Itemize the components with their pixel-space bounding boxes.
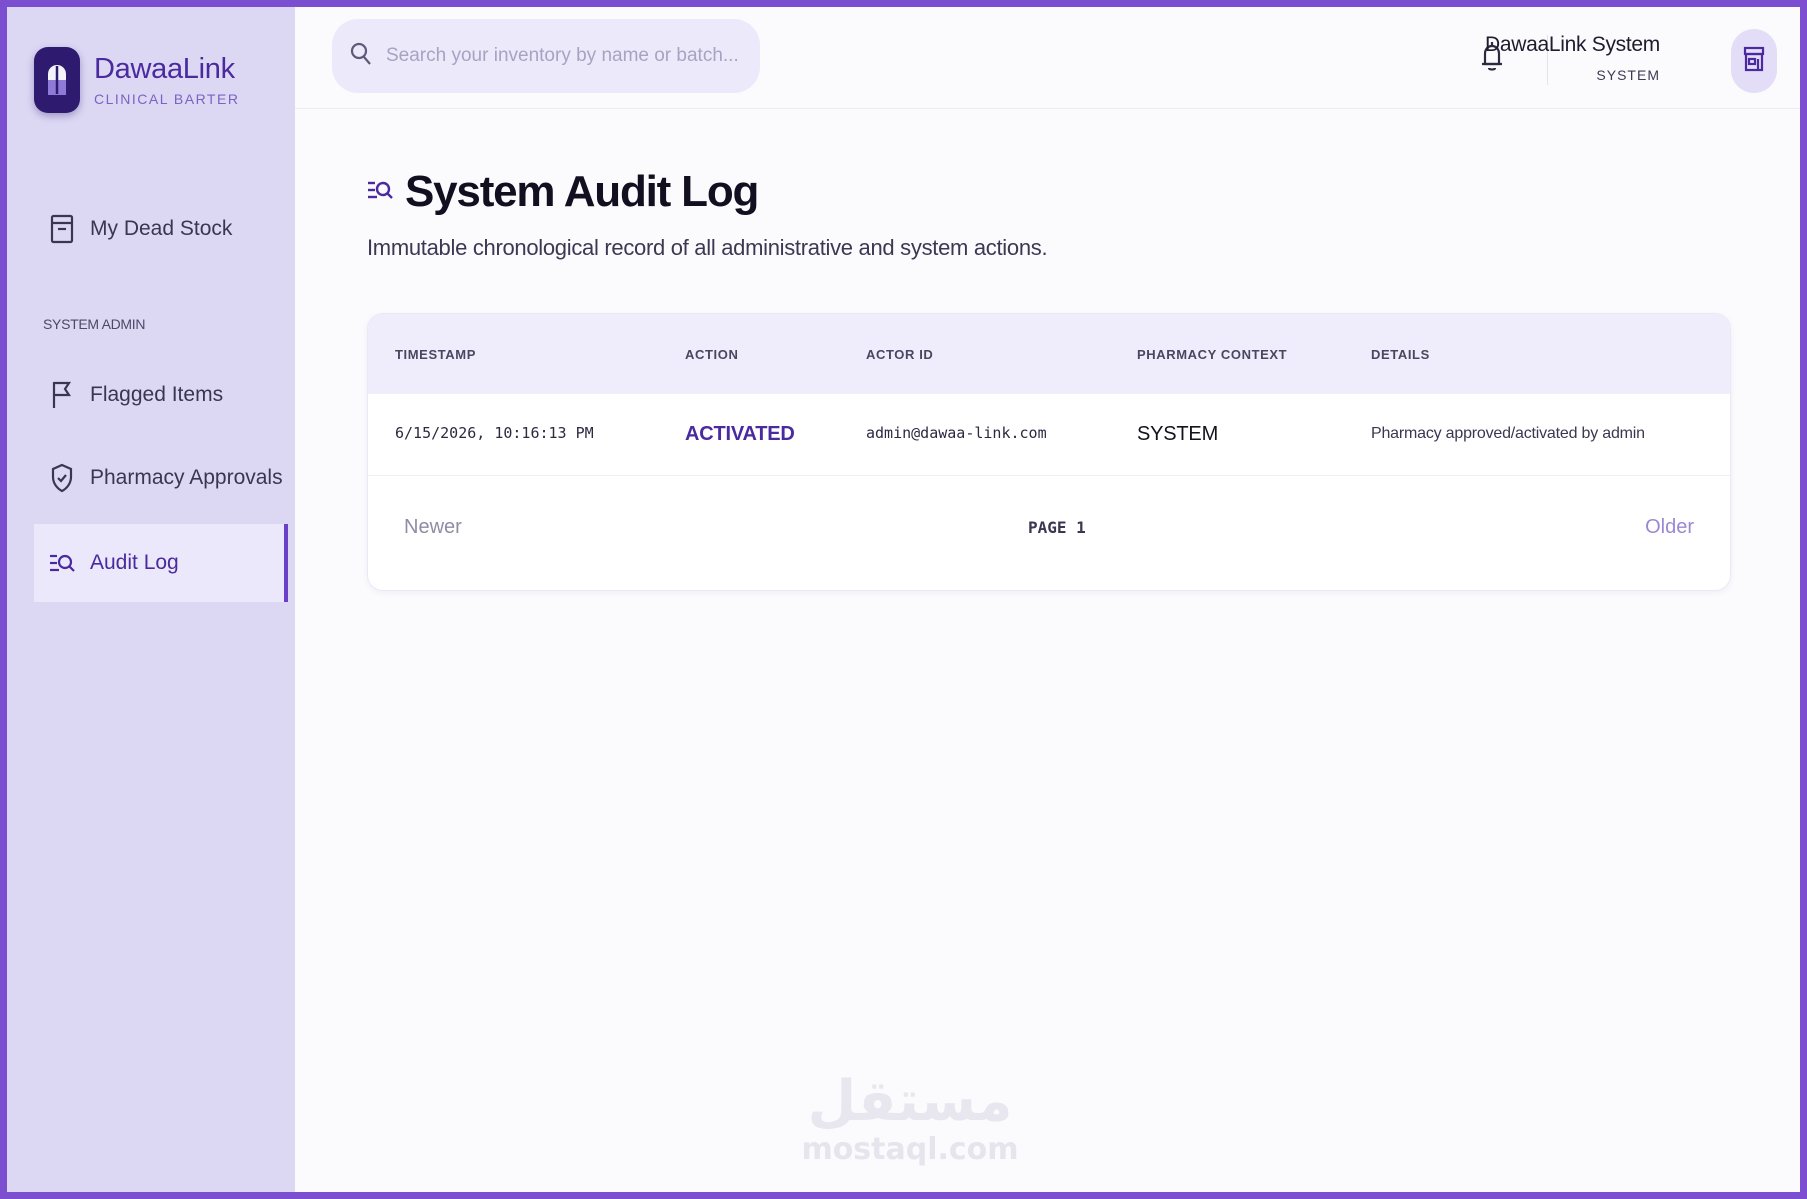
user-role: SYSTEM [1596, 67, 1660, 83]
page-description: Immutable chronological record of all ad… [367, 235, 1048, 260]
watermark: مستقل mostaql.com [800, 1069, 1020, 1168]
page-title: System Audit Log [405, 167, 759, 216]
watermark-arabic: مستقل [807, 1069, 1013, 1134]
sidebar-item-audit-log[interactable]: Audit Log [34, 524, 288, 602]
search-icon [350, 42, 372, 71]
column-header-pharmacy-context: PHARMACY CONTEXT [1137, 347, 1288, 362]
top-bar: DawaaLink System SYSTEM [295, 7, 1800, 109]
sidebar-item-my-dead-stock[interactable]: My Dead Stock [34, 190, 288, 268]
column-header-actor-id: ACTOR ID [866, 347, 934, 362]
sidebar-item-pharmacy-approvals[interactable]: Pharmacy Approvals [34, 439, 288, 517]
pagination: Newer PAGE 1 Older [368, 476, 1730, 588]
watermark-latin: mostaql.com [801, 1132, 1019, 1167]
pill-capsule-icon [34, 47, 80, 113]
flag-icon [48, 381, 76, 409]
sidebar-item-label: My Dead Stock [90, 217, 233, 240]
audit-log-table-card: TIMESTAMP ACTION ACTOR ID PHARMACY CONTE… [367, 313, 1731, 591]
table-row[interactable]: 6/15/2026, 10:16:13 PM ACTIVATED admin@d… [368, 394, 1730, 476]
brand-name: DawaaLink [94, 53, 235, 85]
shield-check-icon [48, 463, 76, 493]
cell-action: ACTIVATED [685, 423, 795, 445]
cell-details: Pharmacy approved/activated by admin [1371, 425, 1645, 442]
search-box[interactable] [332, 19, 760, 93]
archive-box-icon [48, 214, 76, 244]
user-info: DawaaLink System SYSTEM [1485, 33, 1660, 83]
sidebar-item-label: Audit Log [90, 551, 179, 574]
page-header: System Audit Log [367, 167, 759, 217]
main-content: DawaaLink System SYSTEM [295, 7, 1800, 1192]
avatar[interactable] [1731, 29, 1777, 93]
store-icon [1743, 46, 1765, 77]
page-indicator: PAGE 1 [1028, 518, 1086, 537]
cell-pharmacy-context: SYSTEM [1137, 423, 1219, 445]
column-header-details: DETAILS [1371, 347, 1430, 362]
column-header-timestamp: TIMESTAMP [395, 347, 476, 362]
cell-actor-id: admin@dawaa-link.com [866, 424, 1047, 442]
newer-button[interactable]: Newer [404, 516, 462, 539]
sidebar-item-flagged-items[interactable]: Flagged Items [34, 356, 288, 434]
section-label-system-admin: SYSTEM ADMIN [43, 316, 146, 332]
older-button[interactable]: Older [1645, 516, 1694, 539]
brand-subtitle: CLINICAL BARTER [94, 91, 240, 107]
sidebar-item-label: Flagged Items [90, 383, 224, 406]
search-input[interactable] [386, 45, 746, 67]
column-header-action: ACTION [685, 347, 739, 362]
cell-timestamp: 6/15/2026, 10:16:13 PM [395, 424, 594, 442]
user-name: DawaaLink System [1485, 33, 1660, 56]
app-window: DawaaLink CLINICAL BARTER My Dead Stock … [7, 7, 1800, 1192]
list-search-icon [48, 549, 76, 577]
brand[interactable]: DawaaLink CLINICAL BARTER [34, 47, 239, 113]
list-search-icon [367, 179, 393, 206]
sidebar-item-label: Pharmacy Approvals [90, 466, 283, 489]
table-header: TIMESTAMP ACTION ACTOR ID PHARMACY CONTE… [368, 314, 1730, 394]
sidebar: DawaaLink CLINICAL BARTER My Dead Stock … [7, 7, 295, 1192]
